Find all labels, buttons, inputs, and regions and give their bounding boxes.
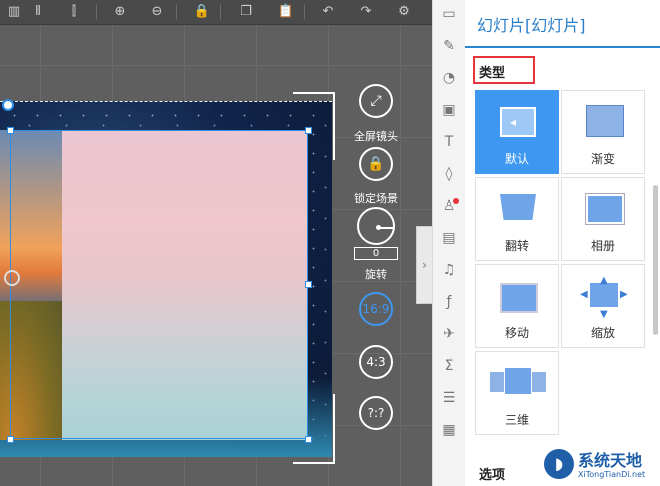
resize-handle-bl[interactable] [7,436,14,443]
frame-bracket-top [293,92,333,94]
toolbar-divider [304,4,305,20]
align-bottom-icon[interactable]: ⫴ [28,2,48,22]
align-left-icon[interactable]: ▥ [4,2,24,22]
paste-icon[interactable]: 📋 [276,2,296,22]
tile-3d[interactable]: 三维 [475,351,559,435]
gallery-icon[interactable]: ▦ [439,420,459,440]
collapse-panel-toggle[interactable]: › [416,226,432,304]
selection-box[interactable] [10,130,308,439]
plane-icon[interactable]: ✈ [439,324,459,344]
fullscreen-label: 全屏镜头 [354,130,398,143]
rotate-handle[interactable] [2,99,14,111]
shape-icon[interactable]: ◔ [439,68,459,88]
tile-label: 渐变 [590,152,615,166]
toolbar-divider [96,4,97,20]
function-icon[interactable]: ƒ [439,292,459,312]
ratio-4-3-button[interactable]: 4:3 [359,345,393,379]
watermark-logo-icon: ◗ [544,449,574,479]
comment-icon[interactable]: ▭ [439,4,459,24]
rotate-label: 旋转 [365,268,387,281]
album-transition-icon [586,194,624,224]
arrow-down-icon: ▼ [600,309,608,320]
toolbar-divider [176,4,177,20]
tile-label: 默认 [504,152,529,166]
resize-handle-r[interactable] [305,281,312,288]
flip-transition-icon [500,194,536,220]
move-transition-icon [500,283,538,313]
chevron-right-icon: › [422,258,427,272]
toolbar-divider [220,4,221,20]
fullscreen-camera-button[interactable]: ⤢ [359,84,393,118]
arrow-left-icon: ◂ [510,115,517,129]
text-icon[interactable]: T [439,132,459,152]
pencil-icon[interactable]: ✎ [439,36,459,56]
tile-fade[interactable]: 渐变 [561,90,645,174]
default-transition-icon [500,107,536,137]
redo-icon[interactable]: ↷ [356,2,376,22]
arrow-right-icon: ▶ [620,289,628,300]
rotation-input[interactable]: 0 [354,247,398,260]
arrow-left-icon: ◀ [580,289,588,300]
frame-bracket-bottom-side [333,394,335,464]
frame-bracket-bottom [293,462,333,464]
lock-scene-button[interactable]: 🔒 [359,147,393,181]
dial-needle [379,227,393,229]
folder-icon[interactable]: ▤ [439,228,459,248]
properties-panel: 幻灯片[幻灯片] 类型 ◂ 默认 渐变 翻转 相册 移动 ▲ ▼ ◀ ▶ 缩放 … [465,0,660,486]
watermark-url: XiTongTianDi.net [578,470,646,479]
fade-transition-icon [586,105,624,137]
tile-zoom[interactable]: ▲ ▼ ◀ ▶ 缩放 [561,264,645,348]
tile-label: 三维 [504,413,529,427]
ratio-custom-button[interactable]: ?:? [359,396,393,430]
watermark-brand: 系统天地 [578,451,643,470]
tile-label: 缩放 [590,326,615,340]
tile-label: 相册 [590,239,615,253]
settings-icon[interactable]: ⚙ [394,2,414,22]
watermark: ◗ 系统天地 XiTongTianDi.net [540,443,660,486]
type-heading: 类型 [479,66,506,81]
3d-side-left [490,372,504,392]
tile-default[interactable]: ◂ 默认 [475,90,559,174]
tile-album[interactable]: 相册 [561,177,645,261]
tile-label: 移动 [504,326,529,340]
ratio-16-9-button[interactable]: 16:9 [359,292,393,326]
image-icon[interactable]: ▣ [439,100,459,120]
panel-divider [465,46,660,48]
pivot-icon[interactable] [4,270,20,286]
music-icon[interactable]: ♫ [439,260,459,280]
tool-icon-strip: ▭ ✎ ◔ ▣ T ◊ ♙ ▤ ♫ ƒ ✈ Σ ☰ ▦ [432,0,466,486]
tile-move[interactable]: 移动 [475,264,559,348]
resize-handle-tr[interactable] [305,127,312,134]
zoom-in-icon[interactable]: ⊕ [110,2,130,22]
3d-transition-icon [505,368,531,394]
resize-handle-tl[interactable] [7,127,14,134]
notification-dot [453,198,459,204]
lock-icon: 🔒 [367,156,385,172]
tile-flip[interactable]: 翻转 [475,177,559,261]
3d-side-right [532,372,546,392]
rotation-dial[interactable] [357,207,395,245]
sum-icon[interactable]: Σ [439,356,459,376]
panel-scrollbar[interactable] [653,185,658,335]
distribute-icon[interactable]: ⫿ [64,2,84,22]
undo-icon[interactable]: ↶ [318,2,338,22]
fullscreen-icon: ⤢ [370,93,382,109]
top-toolbar: ▥ ⫴ ⫿ ⊕ ⊖ 🔒 ❐ 📋 ↶ ↷ ⚙ [0,0,432,25]
frame-bracket-top-side [333,92,335,160]
zoom-out-icon[interactable]: ⊖ [147,2,167,22]
scene-dashed-border [0,101,332,103]
resize-handle-br[interactable] [305,436,312,443]
panel-title: 幻灯片[幻灯片] [477,16,586,35]
lock-scene-label: 锁定场景 [354,192,398,205]
copy-icon[interactable]: ❐ [236,2,256,22]
color-drop-icon[interactable]: ◊ [439,164,459,184]
options-heading: 选项 [479,468,506,483]
arrow-up-icon: ▲ [600,275,608,286]
zoom-transition-icon [590,283,618,307]
lock-icon[interactable]: 🔒 [192,2,212,22]
layers-icon[interactable]: ☰ [439,388,459,408]
tile-label: 翻转 [504,239,529,253]
